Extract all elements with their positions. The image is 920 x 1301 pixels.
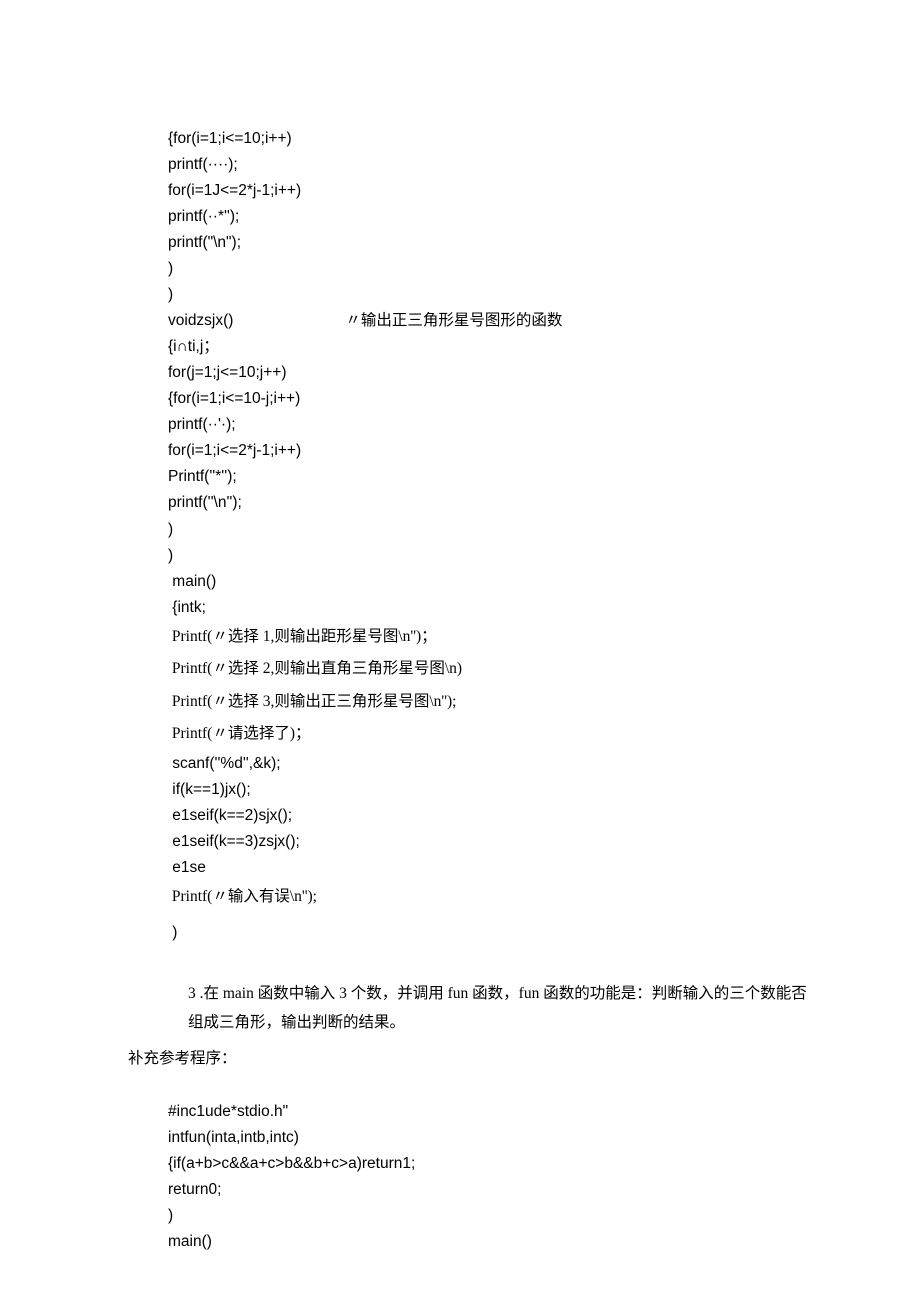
code-line: Printf(〃选择 2,则输出直角三角形星号图\n) bbox=[168, 660, 462, 677]
question-number: 3 . bbox=[188, 985, 204, 1002]
code-line: ) bbox=[168, 521, 173, 538]
code-line: {i∩ti,j； bbox=[168, 338, 219, 355]
code-line: #inc1ude*stdio.h" bbox=[168, 1103, 288, 1120]
code-line: intfun(inta,intb,intc) bbox=[168, 1129, 299, 1146]
code-line: {intk; bbox=[168, 599, 206, 616]
code-line: main() bbox=[168, 1233, 212, 1250]
code-line: ) bbox=[168, 1207, 173, 1224]
code-line: scanf(''%d'',&k); bbox=[168, 755, 281, 772]
code-line: printf("\n"); bbox=[168, 234, 241, 251]
code-line: voidzsjx() 〃输出正三角形星号图形的函数 bbox=[168, 312, 562, 329]
code-comment: 〃输出正三角形星号图形的函数 bbox=[345, 308, 562, 334]
code-line: {if(a+b>c&&a+c>b&&b+c>a)return1; bbox=[168, 1155, 415, 1172]
question-3: 3 .在 main 函数中输入 3 个数，并调用 fun 函数，fun 函数的功… bbox=[188, 979, 820, 1038]
code-line: e1se bbox=[168, 859, 206, 876]
code-line: for(i=1J<=2*j-1;i++) bbox=[168, 182, 301, 199]
code-line: printf(····); bbox=[168, 156, 238, 173]
question-text: 在 main 函数中输入 3 个数，并调用 fun 函数，fun 函数的功能是：… bbox=[188, 985, 807, 1031]
code-line: main() bbox=[168, 573, 216, 590]
code-line: {for(i=1;i<=10;i++) bbox=[168, 130, 292, 147]
code-block-2: #inc1ude*stdio.h" intfun(inta,intb,intc)… bbox=[168, 1073, 820, 1255]
code-line: Printf(〃请选择了)； bbox=[168, 725, 311, 742]
code-line: Printf(〃选择 3,则输出正三角形星号图\n''); bbox=[168, 693, 456, 710]
code-line: e1seif(k==2)sjx(); bbox=[168, 807, 292, 824]
code-line: printf(··*''); bbox=[168, 208, 239, 225]
code-line: Printf(''*''); bbox=[168, 468, 237, 485]
code-line: ) bbox=[168, 260, 173, 277]
code-line: ) bbox=[168, 547, 173, 564]
code-line: ) bbox=[168, 286, 173, 303]
code-line: {for(i=1;i<=10-j;i++) bbox=[168, 390, 300, 407]
code-line: Printf(〃输入有误\n''); bbox=[168, 888, 317, 905]
code-line: ) bbox=[168, 924, 177, 941]
code-block-1: {for(i=1;i<=10;i++) printf(····); for(i=… bbox=[168, 100, 820, 951]
code-line: printf(··'·); bbox=[168, 416, 236, 433]
code-line: e1seif(k==3)zsjx(); bbox=[168, 833, 300, 850]
code-line: if(k==1)jx(); bbox=[168, 781, 251, 798]
supplement-label: 补充参考程序： bbox=[128, 1044, 820, 1073]
code-line: for(i=1;i<=2*j-1;i++) bbox=[168, 442, 301, 459]
code-line: for(j=1;j<=10;j++) bbox=[168, 364, 286, 381]
code-line: return0; bbox=[168, 1181, 221, 1198]
code-line: printf(''\n''); bbox=[168, 494, 242, 511]
code-line: Printf(〃选择 1,则输出距形星号图\n'')； bbox=[168, 628, 437, 645]
